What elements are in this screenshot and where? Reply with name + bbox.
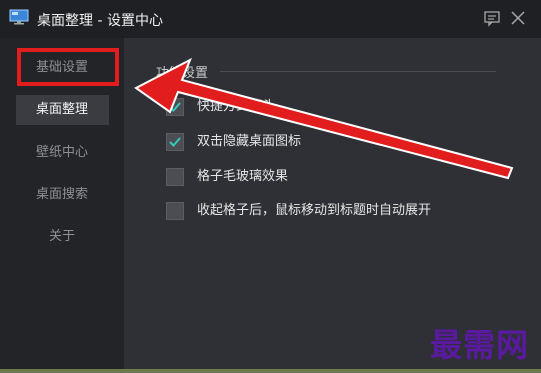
title-bar: 桌面整理 - 设置中心	[0, 0, 541, 38]
checkbox[interactable]	[166, 133, 184, 151]
section-title: 功能设置	[156, 66, 209, 81]
option-label: 快捷方式箭头	[197, 99, 276, 114]
section-divider	[220, 71, 496, 72]
option-label: 格子毛玻璃效果	[197, 169, 289, 184]
sidebar-item-desktop-organize[interactable]: 桌面整理	[0, 94, 124, 126]
window-title: 桌面整理 - 设置中心	[37, 13, 163, 29]
chat-icon[interactable]	[482, 8, 502, 28]
check-icon	[169, 137, 181, 147]
sidebar-item-wallpaper-center[interactable]: 壁纸中心	[0, 137, 124, 169]
sidebar-item-about[interactable]: 关于	[0, 221, 124, 253]
watermark: 最需网	[430, 326, 530, 364]
check-icon	[169, 102, 181, 112]
option-label: 收起格子后，鼠标移动到标题时自动展开	[197, 203, 432, 218]
sidebar-item-label: 壁纸中心	[35, 145, 88, 160]
sidebar-item-label: 桌面整理	[35, 102, 88, 117]
monitor-icon	[9, 9, 29, 25]
checkbox[interactable]	[166, 168, 184, 186]
settings-window: 桌面整理 - 设置中心 基础设置 桌面整理 壁纸中心 桌面搜索 关于 功能设置 …	[0, 0, 541, 373]
sidebar-item-label: 关于	[48, 229, 75, 244]
close-icon[interactable]	[508, 8, 528, 28]
checkbox[interactable]	[166, 202, 184, 220]
sidebar-item-label: 桌面搜索	[35, 187, 88, 202]
option-label: 双击隐藏桌面图标	[197, 134, 302, 149]
sidebar: 基础设置 桌面整理 壁纸中心 桌面搜索 关于	[0, 38, 124, 373]
sidebar-item-desktop-search[interactable]: 桌面搜索	[0, 179, 124, 211]
checkbox[interactable]	[166, 98, 184, 116]
annotation-highlight-box	[17, 48, 119, 86]
background-strip	[0, 369, 541, 373]
